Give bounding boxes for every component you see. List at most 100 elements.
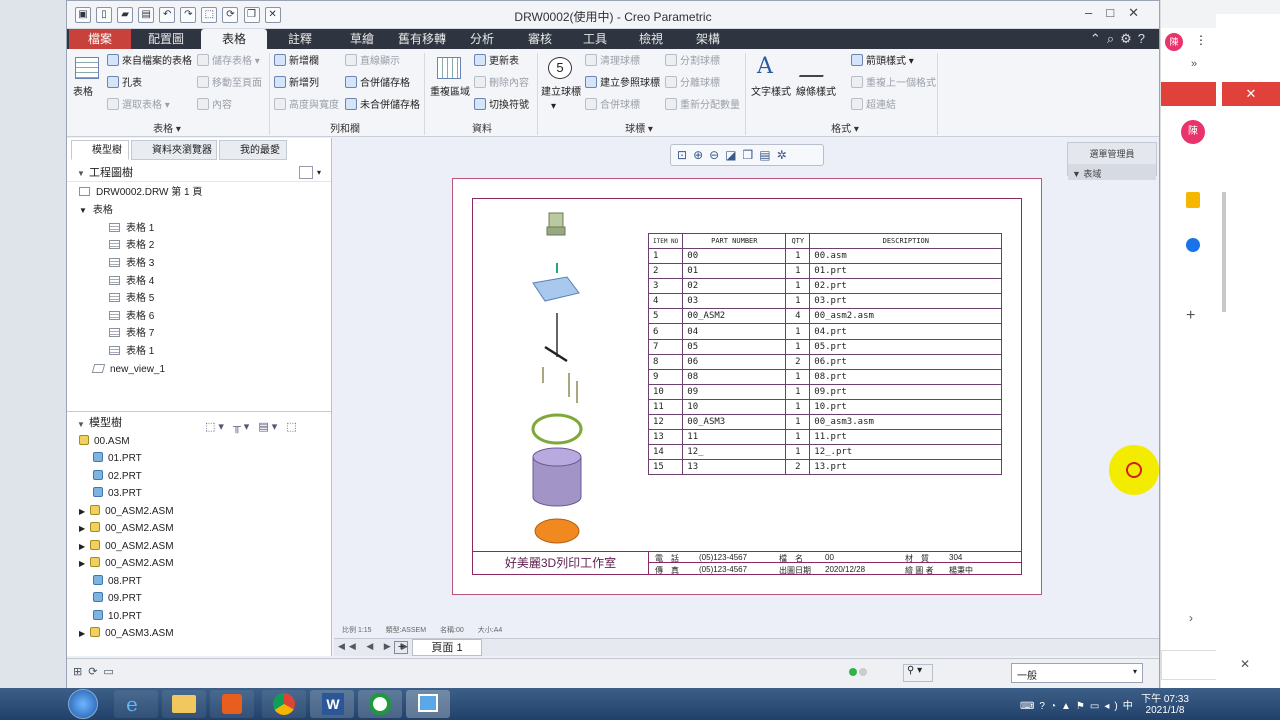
add-sheet-button[interactable]: + — [394, 641, 408, 654]
toggle-symbol-button[interactable]: 切換符號 — [474, 98, 529, 113]
expand-icon[interactable]: ▶ — [79, 629, 85, 638]
table-row[interactable]: 10 09 1 09.prt — [647, 383, 1003, 400]
tree-table-item[interactable]: 表格 7 — [109, 327, 154, 341]
word-button[interactable]: W — [310, 690, 354, 718]
group-label-balloon[interactable]: 球標 ▾ — [619, 120, 659, 135]
tab-file[interactable]: 檔案 — [69, 29, 131, 49]
tab-framework[interactable]: 架構 — [681, 29, 735, 49]
find-icon[interactable]: ⚲ ▾ — [903, 664, 933, 682]
expand-icon[interactable]: ▶ — [79, 507, 85, 516]
model-item[interactable]: 09.PRT — [93, 592, 142, 606]
tab-view[interactable]: 檢視 — [623, 29, 679, 49]
detach-balloon-button[interactable]: 分離球標 — [665, 76, 720, 91]
keep-icon[interactable] — [1186, 192, 1200, 208]
hyperlink-button[interactable]: 超連結 — [851, 98, 896, 113]
media-button[interactable] — [210, 690, 254, 718]
selection-filter-dropdown[interactable]: 一般 ▾ — [1011, 663, 1143, 683]
tab-annotate[interactable]: 註釋 — [267, 29, 333, 49]
chevron-right-icon[interactable]: › — [1189, 611, 1193, 625]
avatar[interactable]: 陳 — [1181, 120, 1205, 144]
chevron-right-icon[interactable]: » — [1191, 58, 1197, 70]
add-column-button[interactable]: 新增欄 — [274, 54, 319, 69]
line-style-icon[interactable] — [798, 55, 832, 77]
tab-layout[interactable]: 配置圖 — [133, 29, 199, 49]
title-block[interactable]: 好美麗3D列印工作室 電 話 (05)123-4567 傳 真 (05)123-… — [473, 551, 1022, 575]
add-row-button[interactable]: 新增列 — [274, 76, 319, 91]
repaint-icon[interactable]: ◪ — [725, 148, 742, 162]
table-row[interactable]: 11 10 1 10.prt — [647, 398, 1003, 416]
ie-button[interactable]: e — [114, 690, 158, 718]
tab-review[interactable]: 審核 — [510, 29, 570, 49]
balloon-icon[interactable]: 5 — [548, 57, 572, 79]
tasks-icon[interactable] — [1186, 238, 1200, 252]
model-item[interactable]: ▶ 00_ASM2.ASM — [79, 540, 174, 554]
page-tab[interactable]: 頁面 1 — [412, 639, 482, 656]
sheet-nav[interactable]: ◀◀ ◀ ▶ ▶▶ — [338, 641, 423, 652]
tab-table[interactable]: 表格 — [201, 29, 267, 49]
model-tree-header[interactable]: ▼ 模型樹 ⬚▾ ╥▾ ▤▾ ⬚ — [67, 411, 331, 433]
minimize-button[interactable]: – — [1085, 5, 1106, 20]
sheet-icon[interactable]: ▤ — [759, 148, 776, 162]
unmerge-cells-button[interactable]: 未合併儲存格 — [345, 98, 420, 113]
text-style-button[interactable]: 文字樣式 — [751, 86, 791, 100]
text-style-icon[interactable]: A — [757, 54, 773, 79]
group-label-format[interactable]: 格式 ▾ — [825, 120, 865, 135]
tree-table-item[interactable]: 表格 1 — [109, 345, 154, 359]
table-row[interactable]: 14 12_ 1 12_.prt — [647, 444, 1003, 461]
move-to-page-button[interactable]: 移動至頁面 — [197, 76, 262, 91]
tables-folder[interactable]: ▼ 表格 — [79, 204, 113, 218]
tab-tools[interactable]: 工具 — [567, 29, 623, 49]
model-tree-tools[interactable]: ⬚▾ ╥▾ ▤▾ ⬚ — [205, 416, 300, 438]
table-button[interactable]: 表格 — [73, 86, 93, 100]
drawing-sheet[interactable]: ITEM NO PART NUMBER QTY DESCRIPTION 1 00 1… — [452, 178, 1042, 595]
table-row[interactable]: 2 01 1 01.prt — [647, 263, 1003, 280]
tree-table-item[interactable]: 表格 6 — [109, 310, 154, 324]
explorer-button[interactable] — [162, 690, 206, 718]
repeat-region-icon[interactable] — [437, 57, 461, 79]
table-row[interactable]: 15 13 2 13.prt — [647, 459, 1003, 476]
close-icon[interactable]: ✕ — [1240, 657, 1250, 671]
split-balloon-button[interactable]: 分割球標 — [665, 54, 720, 69]
model-item[interactable]: 08.PRT — [93, 575, 142, 589]
delete-content-button[interactable]: 刪除內容 — [474, 76, 529, 91]
repeat-format-button[interactable]: 重複上一個格式 — [851, 76, 936, 91]
menu-manager-item[interactable]: ▼ 表域 — [1068, 164, 1156, 180]
expand-icon[interactable]: ▶ — [79, 542, 85, 551]
table-row[interactable]: 12 00_ASM3 1 00_asm3.asm — [647, 414, 1003, 431]
table-row[interactable]: 4 03 1 03.prt — [647, 293, 1003, 310]
status-left-icons[interactable]: ⊞⟳▭ — [73, 665, 120, 678]
tab-model-tree[interactable]: 模型樹 — [71, 140, 129, 160]
zoom-in-icon[interactable]: ⊕ — [693, 148, 709, 162]
hole-table-button[interactable]: 孔表 — [107, 76, 142, 91]
merge-balloons-button[interactable]: 合併球標 — [585, 98, 640, 113]
reassign-qty-button[interactable]: 重新分配數量 — [665, 98, 740, 113]
tab-favorites[interactable]: 我的最愛 — [219, 140, 287, 160]
display-style-icon[interactable]: ❒ — [743, 148, 760, 162]
model-item[interactable]: ▶ 00_ASM3.ASM — [79, 627, 174, 641]
tray-icons[interactable]: ⌨?◔▲⚑▭◂)中 — [1020, 697, 1138, 712]
table-row[interactable]: 3 02 1 02.prt — [647, 278, 1003, 295]
window-button[interactable] — [406, 690, 450, 718]
help-icon[interactable]: ? — [1138, 31, 1151, 46]
tree-table-item[interactable]: 表格 1 — [109, 222, 154, 236]
merge-cells-button[interactable]: 合併儲存格 — [345, 76, 410, 91]
model-item[interactable]: ▶ 00_ASM2.ASM — [79, 557, 174, 571]
model-item[interactable]: 10.PRT — [93, 610, 142, 624]
search-icon[interactable]: ⌕ — [1107, 31, 1120, 46]
line-style-button[interactable]: 線條樣式 — [796, 86, 836, 100]
arrow-style-button[interactable]: 箭頭樣式 ▾ — [851, 54, 914, 69]
table-row[interactable]: 5 00_ASM2 4 00_asm2.asm — [647, 308, 1003, 325]
model-item[interactable]: 03.PRT — [93, 487, 142, 501]
create-balloon-button[interactable]: 建立球標 ▾ — [541, 86, 581, 114]
height-width-button[interactable]: 高度與寬度 — [274, 98, 339, 113]
close-icon[interactable]: ✕ — [1222, 82, 1280, 106]
tree-table-item[interactable]: 表格 2 — [109, 239, 154, 253]
save-table-button[interactable]: 儲存表格 ▾ — [197, 54, 260, 69]
tree-table-item[interactable]: 表格 3 — [109, 257, 154, 271]
table-big-icon[interactable] — [75, 57, 99, 79]
avatar[interactable]: 陳 — [1165, 33, 1183, 51]
table-row[interactable]: 6 04 1 04.prt — [647, 323, 1003, 340]
view-item[interactable]: new_view_1 — [91, 363, 165, 377]
repeat-region-button[interactable]: 重複區域 — [430, 86, 470, 100]
tab-legacy[interactable]: 舊有移轉 — [387, 29, 457, 49]
